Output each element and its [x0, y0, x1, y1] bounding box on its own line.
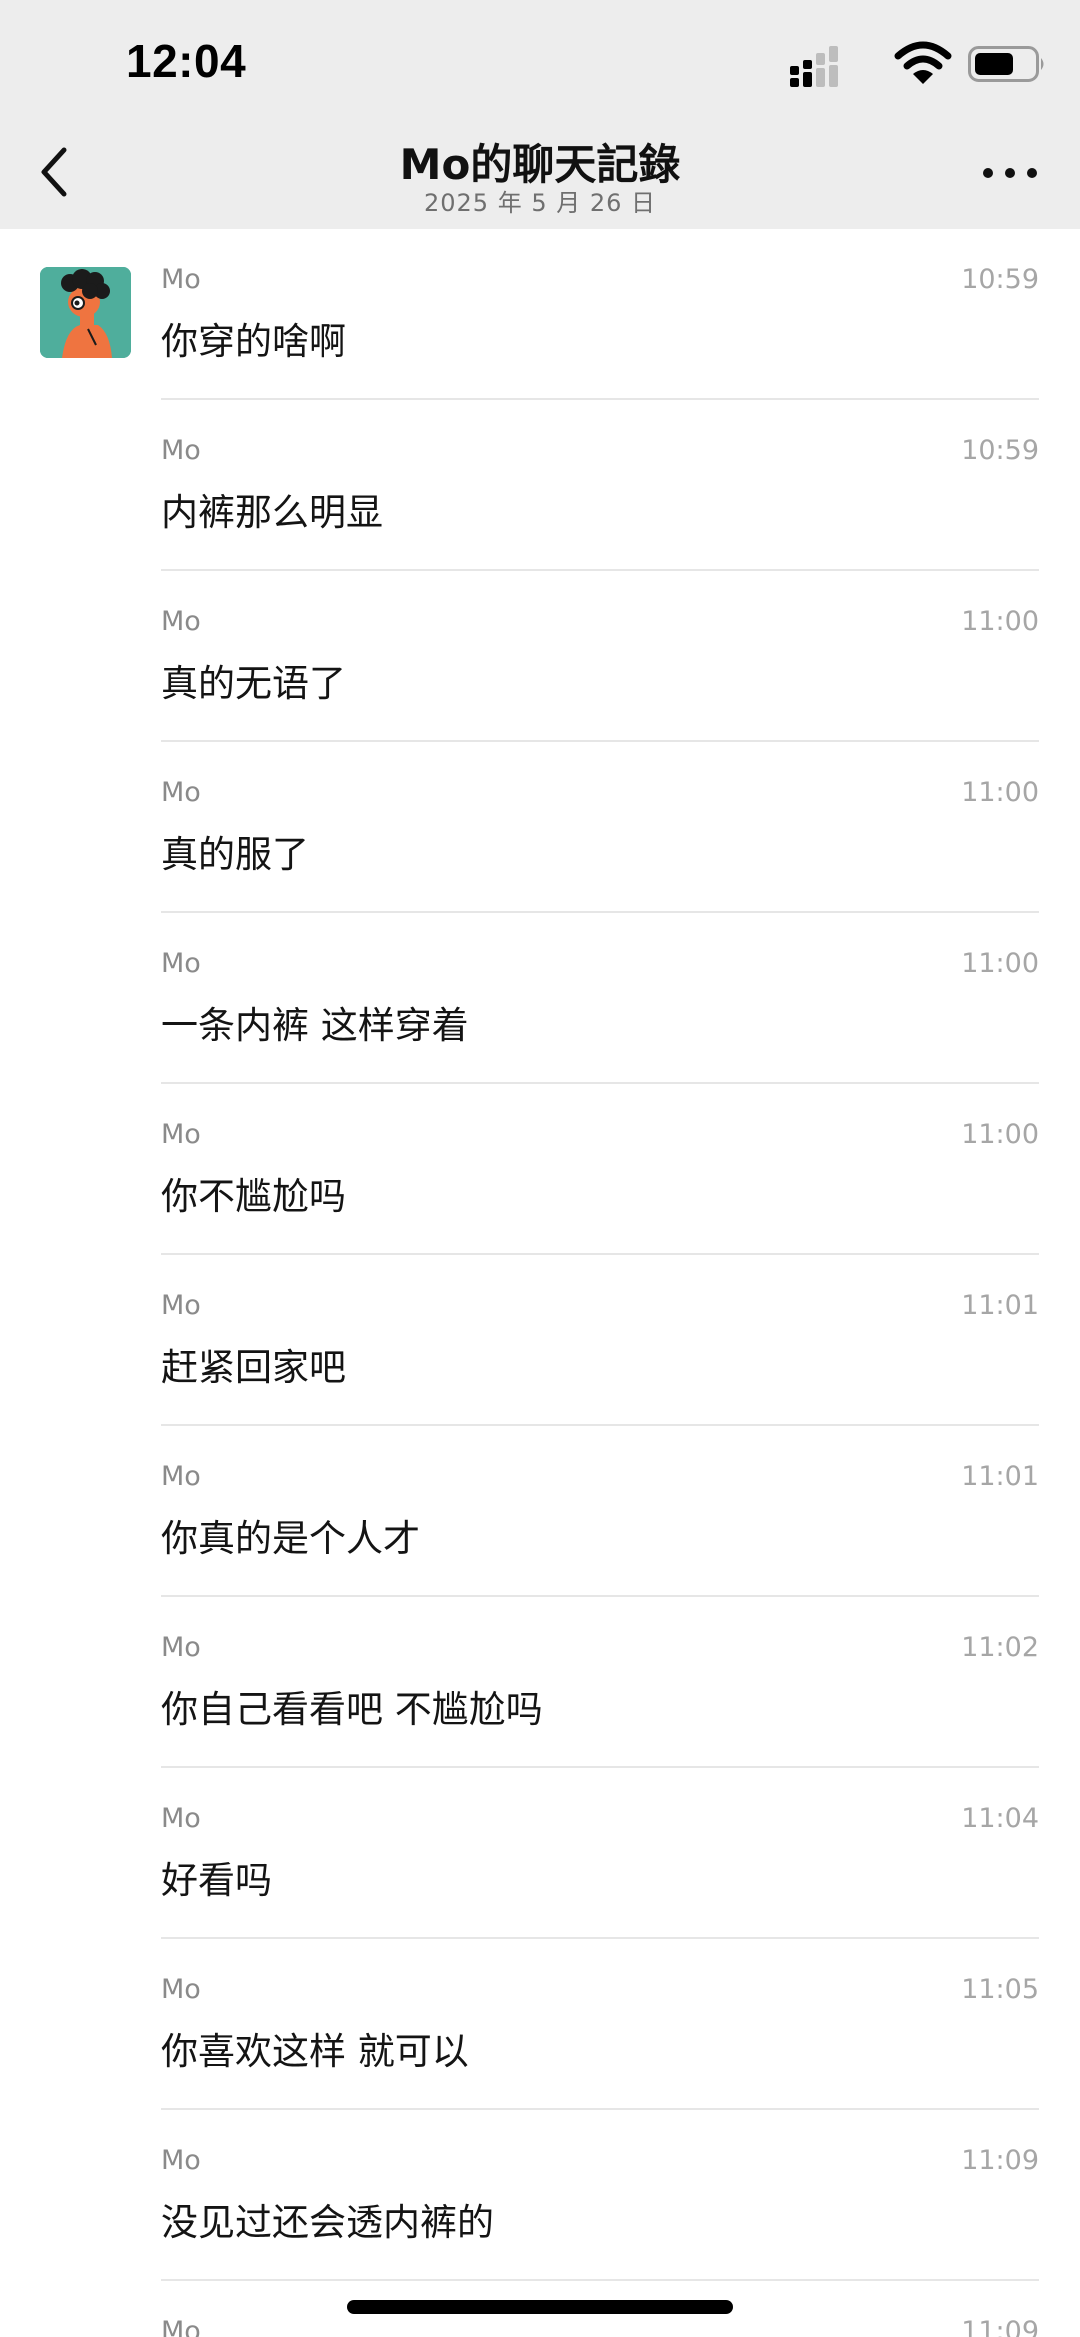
avatar-illustration-icon: [40, 267, 131, 358]
wifi-icon: [894, 41, 952, 84]
message-item[interactable]: Mo 11:01 赶紧回家吧: [161, 1255, 1039, 1426]
message-time: 11:00: [961, 1119, 1039, 1150]
message-text: 你穿的啥啊: [161, 320, 346, 363]
message-item[interactable]: Mo 10:59 你穿的啥啊: [161, 229, 1039, 400]
message-sender: Mo: [161, 777, 201, 808]
message-item[interactable]: Mo 11:02 你自己看看吧 不尴尬吗: [161, 1597, 1039, 1768]
message-sender: Mo: [161, 2145, 201, 2176]
message-item[interactable]: Mo 11:00 真的无语了: [161, 571, 1039, 742]
message-time: 11:00: [961, 606, 1039, 637]
message-text: 你真的是个人才: [161, 1517, 420, 1560]
message-text: 你不尴尬吗: [161, 1175, 346, 1218]
avatar[interactable]: [40, 267, 131, 358]
message-item[interactable]: Mo 11:00 一条内裤 这样穿着: [161, 913, 1039, 1084]
message-item[interactable]: Mo 11:01 你真的是个人才: [161, 1426, 1039, 1597]
message-time: 11:00: [961, 777, 1039, 808]
message-item[interactable]: Mo 11:04 好看吗: [161, 1768, 1039, 1939]
message-sender: Mo: [161, 1803, 201, 1834]
status-time: 12:04: [126, 35, 247, 87]
message-text: 内裤那么明显: [161, 491, 383, 534]
message-time: 11:09: [961, 2145, 1039, 2176]
message-sender: Mo: [161, 1632, 201, 1663]
message-time: 10:59: [961, 264, 1039, 295]
message-time: 11:09: [961, 2316, 1039, 2337]
message-sender: Mo: [161, 1119, 201, 1150]
message-time: 11:00: [961, 948, 1039, 979]
message-time: 11:02: [961, 1632, 1039, 1663]
message-sender: Mo: [161, 1290, 201, 1321]
message-sender: Mo: [161, 1974, 201, 2005]
status-icons: [790, 41, 1044, 87]
message-text: 真的服了: [161, 833, 309, 876]
top-header: 12:04 Mo的聊天記錄 2025 年 5 月 26 日: [0, 0, 1080, 229]
page-subtitle-date: 2025 年 5 月 26 日: [423, 189, 657, 217]
battery-icon: [968, 46, 1044, 82]
message-time: 11:01: [961, 1461, 1039, 1492]
message-text: 一条内裤 这样穿着: [161, 1004, 469, 1047]
message-time: 11:04: [961, 1803, 1039, 1834]
message-text: 你自己看看吧 不尴尬吗: [161, 1688, 543, 1731]
message-time: 11:05: [961, 1974, 1039, 2005]
message-sender: Mo: [161, 948, 201, 979]
chat-record-list[interactable]: Mo 10:59 你穿的啥啊 Mo 10:59 内裤那么明显 Mo 11:00 …: [0, 229, 1080, 2337]
message-sender: Mo: [161, 2316, 201, 2337]
message-sender: Mo: [161, 606, 201, 637]
message-item[interactable]: Mo 11:00 你不尴尬吗: [161, 1084, 1039, 1255]
home-indicator[interactable]: [347, 2300, 733, 2314]
message-sender: Mo: [161, 435, 201, 466]
message-time: 10:59: [961, 435, 1039, 466]
message-item[interactable]: Mo 11:00 真的服了: [161, 742, 1039, 913]
message-text: 真的无语了: [161, 662, 346, 705]
message-item[interactable]: Mo 10:59 内裤那么明显: [161, 400, 1039, 571]
message-sender: Mo: [161, 264, 201, 295]
message-time: 11:01: [961, 1290, 1039, 1321]
message-sender: Mo: [161, 1461, 201, 1492]
message-text: 赶紧回家吧: [161, 1346, 346, 1389]
message-text: 你喜欢这样 就可以: [161, 2030, 469, 2073]
message-item[interactable]: Mo 11:05 你喜欢这样 就可以: [161, 1939, 1039, 2110]
cellular-signal-icon: [790, 46, 838, 87]
message-text: 没见过还会透内裤的: [161, 2201, 494, 2244]
message-item[interactable]: Mo 11:09 没见过还会透内裤的: [161, 2110, 1039, 2281]
more-horizontal-icon[interactable]: [982, 158, 1038, 188]
message-text: 好看吗: [161, 1859, 272, 1902]
